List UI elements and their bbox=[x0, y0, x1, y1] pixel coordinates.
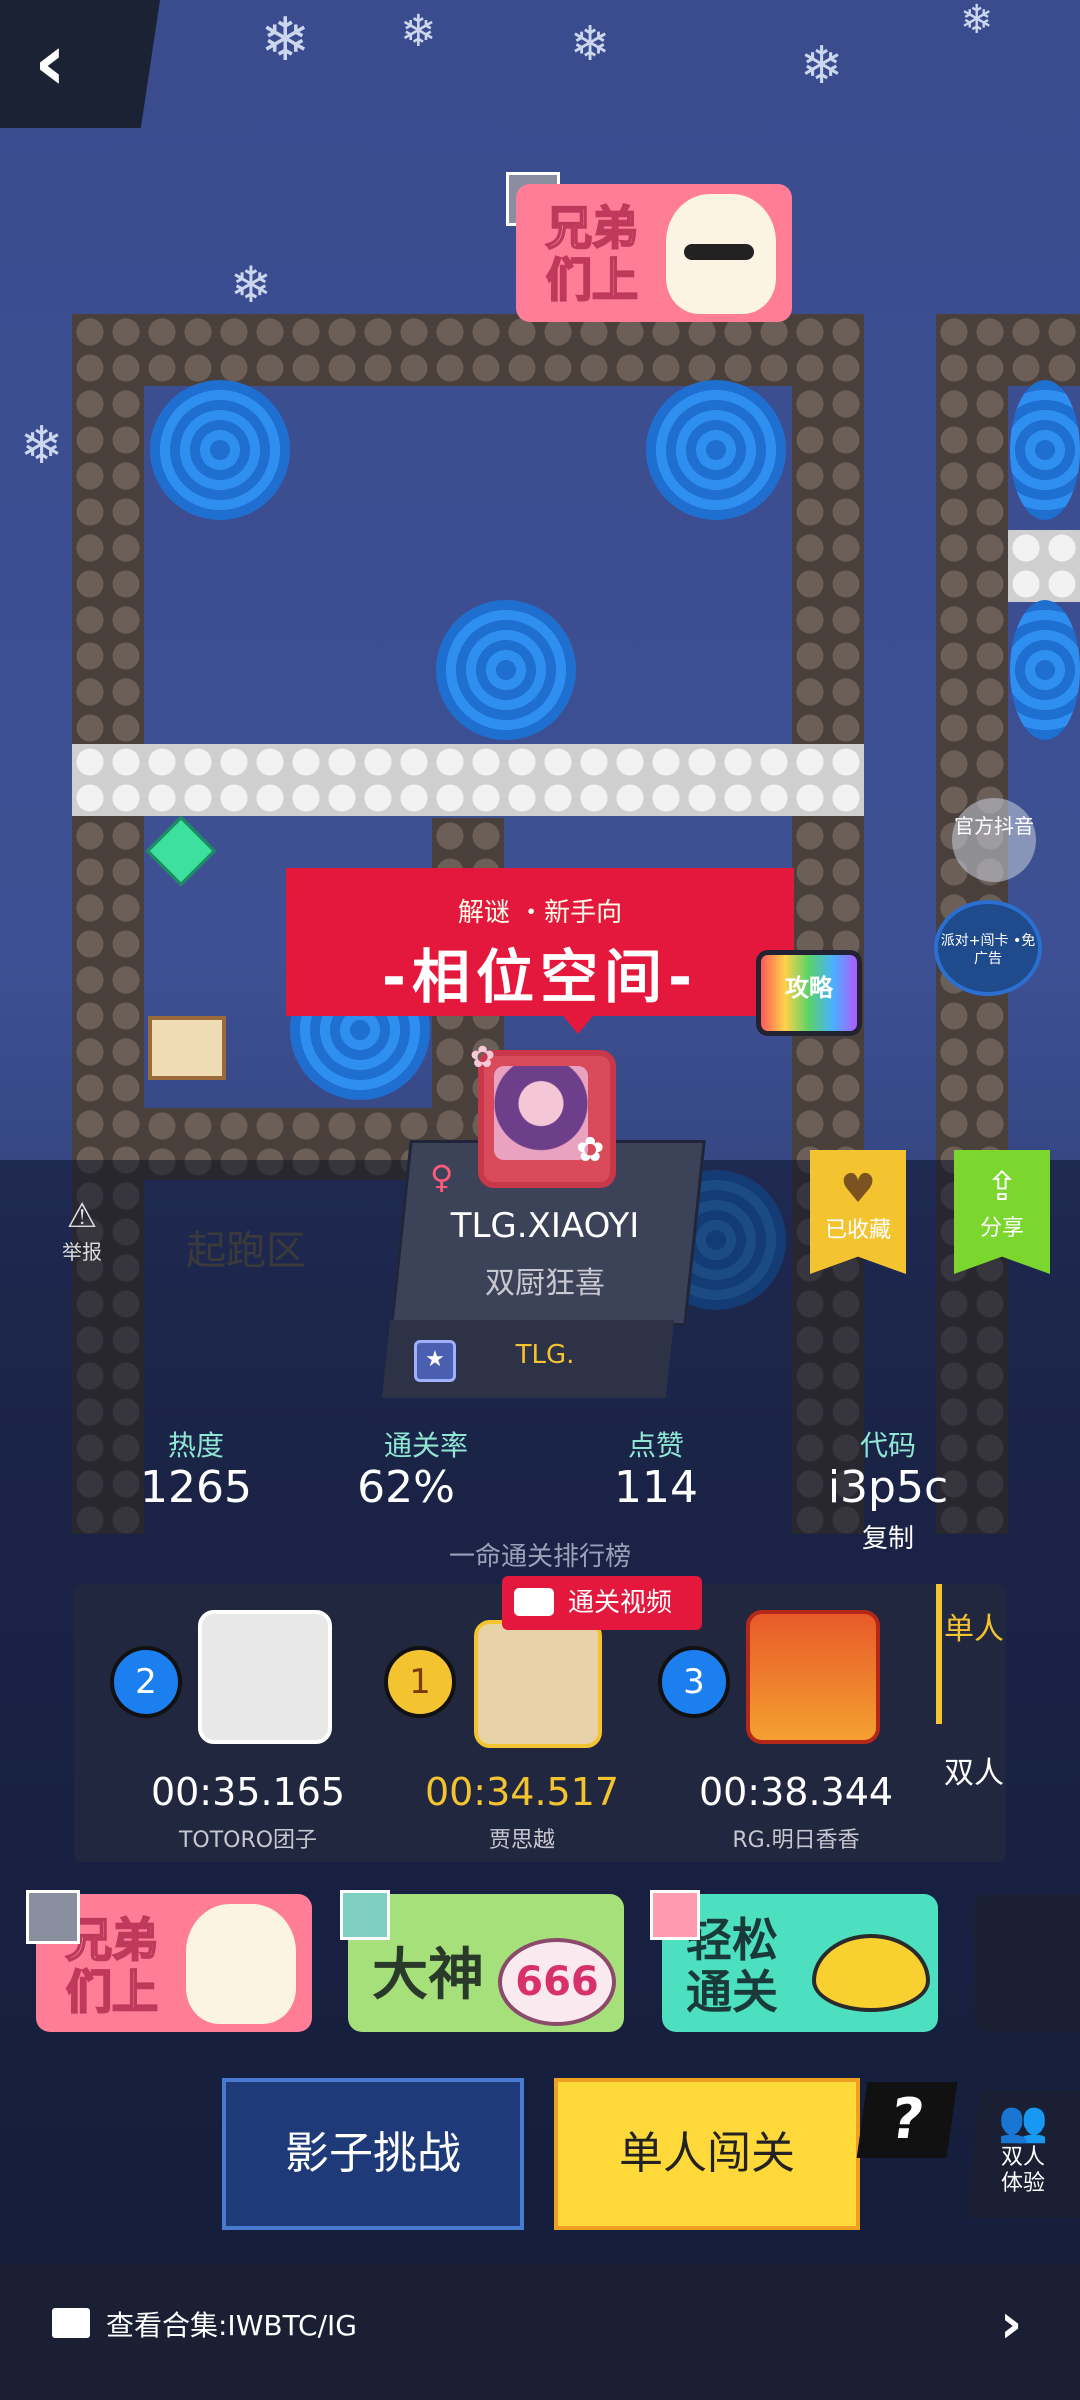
warning-icon: ⚠ bbox=[66, 1196, 98, 1236]
report-label: 举报 bbox=[62, 1240, 102, 1264]
leaderboard-title: 一命通关排行榜 bbox=[448, 1542, 631, 1572]
collect-button[interactable]: ♥ 已收藏 bbox=[810, 1150, 906, 1274]
solo-play-button[interactable]: 单人闯关 bbox=[554, 2078, 860, 2230]
solo-play-label: 单人闯关 bbox=[619, 2128, 795, 2179]
report-button[interactable]: ⚠ 举报 bbox=[54, 1196, 110, 1265]
flower-icon: ✿ bbox=[470, 1040, 496, 1075]
promo-label: 派对+闯卡 •免广告 bbox=[940, 933, 1036, 967]
player-name: 贾思越 bbox=[488, 1828, 555, 1853]
snowflake-icon: ❄ bbox=[20, 416, 64, 476]
duo-experience-button[interactable]: 👥 双人 体验 bbox=[966, 2090, 1080, 2218]
gender-female-icon: ♀ bbox=[430, 1158, 454, 1196]
copy-code-button[interactable]: 复制 bbox=[788, 1518, 988, 1555]
spiral-portal bbox=[646, 380, 786, 520]
promo-badge[interactable]: 派对+闯卡 •免广告 bbox=[934, 900, 1042, 996]
level-genre: 解谜 ・新手向 bbox=[457, 898, 623, 928]
spiral-portal bbox=[150, 380, 290, 520]
snowflake-icon: ❄ bbox=[230, 256, 272, 314]
wood-sign bbox=[148, 1016, 226, 1080]
sticker-owner-avatar bbox=[26, 1890, 80, 1944]
tab-indicator bbox=[936, 1584, 942, 1724]
pass-rate-label: 通关率 bbox=[383, 1429, 468, 1462]
strategy-tv-button[interactable]: 攻略 bbox=[756, 950, 862, 1036]
snowflake-icon: ❄ bbox=[800, 36, 844, 96]
more-stickers-button[interactable] bbox=[974, 1894, 1080, 2032]
record-time: 00:34.517 bbox=[424, 1770, 620, 1814]
tab-single[interactable]: 单人 bbox=[944, 1610, 1004, 1650]
help-button[interactable]: ? bbox=[856, 2082, 958, 2158]
level-title: -相位空间- bbox=[381, 943, 699, 1011]
author-name: TLG.XIAOYI bbox=[450, 1206, 640, 1246]
share-icon: ⇪ bbox=[985, 1164, 1019, 1210]
sticker-easy-pass[interactable]: 轻松 通关 bbox=[662, 1894, 938, 2032]
heat-label: 热度 bbox=[167, 1429, 224, 1462]
official-douyin-button[interactable]: 官方抖音 bbox=[952, 798, 1036, 882]
author-avatar bbox=[494, 1066, 588, 1160]
spiral-portal bbox=[1010, 600, 1080, 740]
code-value: i3p5c bbox=[827, 1462, 949, 1513]
pass-rate-value: 62% bbox=[357, 1462, 455, 1513]
like-label: 点赞 bbox=[627, 1429, 684, 1462]
team-star-icon: ★ bbox=[414, 1340, 456, 1382]
start-zone-label: 起跑区 bbox=[186, 1228, 306, 1274]
level-banner-tail bbox=[560, 1012, 596, 1034]
share-button[interactable]: ⇪ 分享 bbox=[954, 1150, 1050, 1274]
clear-video-label: 通关视频 bbox=[568, 1588, 673, 1618]
collect-label: 已收藏 bbox=[824, 1218, 891, 1243]
sticker-666-text: 666 bbox=[498, 1938, 616, 2026]
heart-icon: ♥ bbox=[840, 1166, 876, 1212]
snowflake-icon: ❄ bbox=[400, 6, 437, 57]
white-block bbox=[1008, 530, 1080, 602]
share-label: 分享 bbox=[979, 1216, 1024, 1241]
player-name: TOTORO团子 bbox=[178, 1828, 318, 1853]
code-label: 代码 bbox=[859, 1429, 916, 1462]
question-icon: ? bbox=[886, 2087, 928, 2152]
player-avatar[interactable] bbox=[198, 1610, 332, 1744]
chevron-right-icon[interactable]: › bbox=[1000, 2292, 1022, 2355]
player-name: RG.明日香香 bbox=[732, 1828, 860, 1853]
chevron-left-icon: ‹ bbox=[34, 18, 67, 108]
tab-double[interactable]: 双人 bbox=[944, 1754, 1004, 1794]
heat-value: 1265 bbox=[140, 1462, 252, 1513]
back-button[interactable]: ‹ bbox=[0, 0, 160, 128]
two-people-icon: 👥 bbox=[998, 2099, 1048, 2145]
shadow-challenge-label: 影子挑战 bbox=[285, 2128, 461, 2179]
like-value: 114 bbox=[614, 1462, 698, 1513]
sticker-top-text: 兄弟 们上 bbox=[545, 201, 639, 307]
record-time: 00:38.344 bbox=[698, 1770, 894, 1814]
shadow-challenge-button[interactable]: 影子挑战 bbox=[222, 2078, 524, 2230]
official-douyin-label: 官方抖音 bbox=[954, 814, 1034, 838]
banana-icon bbox=[812, 1934, 930, 2012]
record-time: 00:35.165 bbox=[150, 1770, 346, 1814]
strategy-label: 攻略 bbox=[785, 974, 833, 1002]
rabbit-icon bbox=[186, 1904, 296, 2024]
snowflake-icon: ❄ bbox=[570, 16, 611, 72]
sticker-master-text: 大神 bbox=[372, 1943, 484, 2008]
video-camera-icon bbox=[514, 1588, 554, 1616]
sticker-top: 兄弟 们上 bbox=[516, 184, 792, 322]
spiral-portal bbox=[1010, 380, 1080, 520]
rank-badge: 3 bbox=[658, 1646, 730, 1718]
duo-experience-label: 双人 体验 bbox=[1000, 2145, 1045, 2196]
white-block-row bbox=[72, 744, 864, 816]
snowflake-icon: ❄ bbox=[960, 0, 994, 43]
player-avatar[interactable] bbox=[746, 1610, 880, 1744]
author-team: TLG. bbox=[515, 1340, 575, 1370]
brick-wall-top bbox=[72, 314, 864, 386]
collection-link[interactable]: 查看合集:IWBTC/IG bbox=[106, 2304, 357, 2344]
sticker-owner-avatar bbox=[650, 1890, 700, 1940]
author-motto: 双厨狂喜 bbox=[485, 1266, 605, 1301]
spiral-portal bbox=[436, 600, 576, 740]
sunglasses-icon bbox=[684, 244, 754, 260]
snowflake-icon: ❄ bbox=[260, 5, 311, 75]
sticker-owner-avatar bbox=[340, 1890, 390, 1940]
rank-badge: 2 bbox=[110, 1646, 182, 1718]
player-avatar[interactable] bbox=[474, 1620, 602, 1748]
flower-icon: ✿ bbox=[576, 1130, 605, 1170]
collection-icon bbox=[52, 2308, 90, 2338]
rank-badge: 1 bbox=[384, 1646, 456, 1718]
